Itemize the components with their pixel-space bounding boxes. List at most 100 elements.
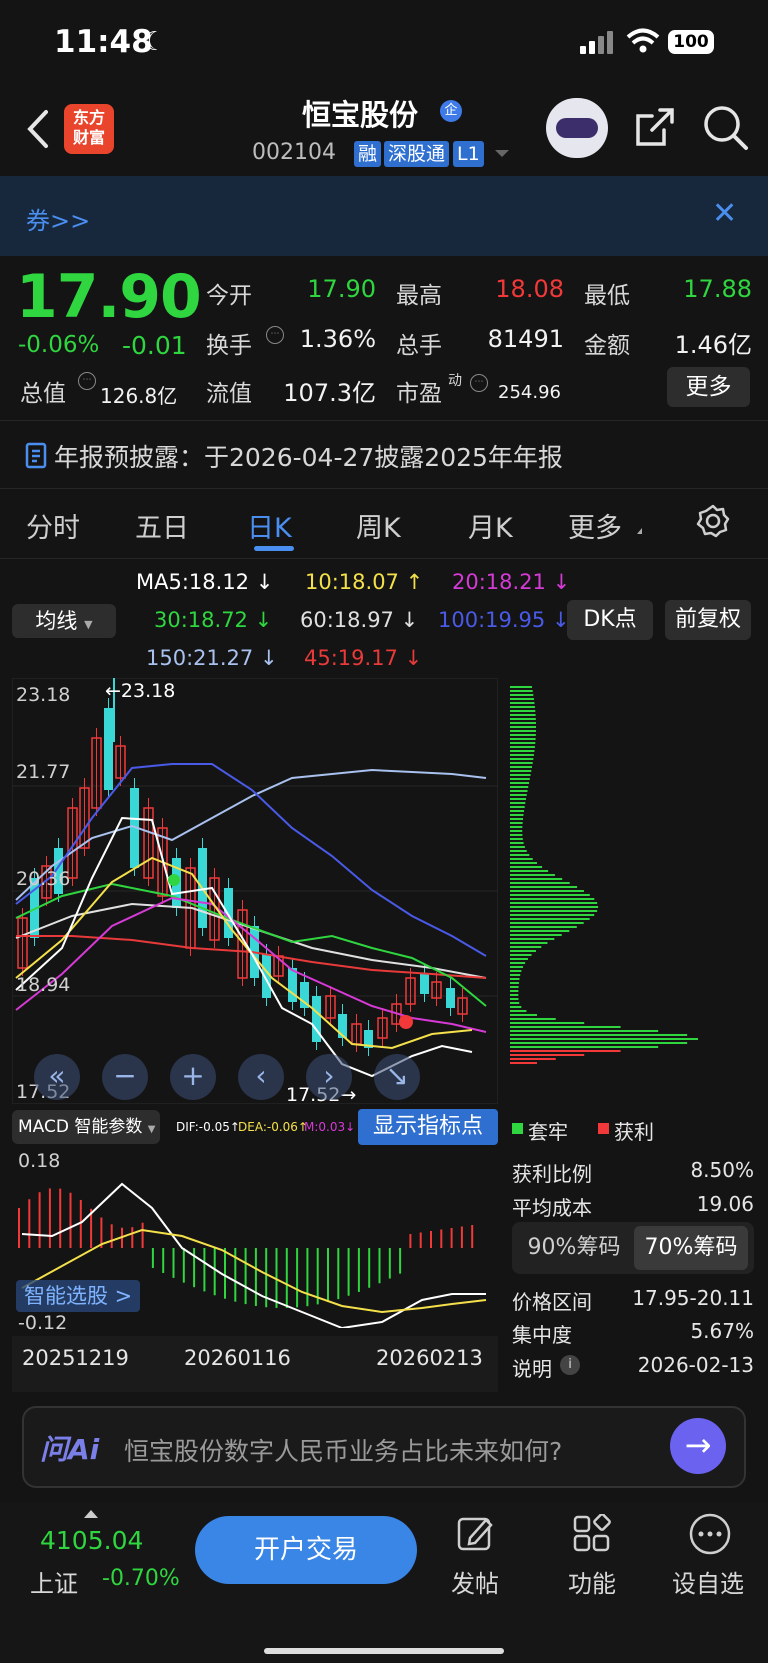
dk-point-button[interactable]: DK点 — [567, 600, 653, 640]
info-icon[interactable]: ⋯ — [78, 372, 96, 390]
mktcap-label: 总值 — [20, 381, 66, 407]
price-range-label: 价格区间 — [512, 1290, 592, 1314]
zoom-in-icon[interactable]: + — [170, 1054, 216, 1100]
ma20-label: 20:18.21 ↓ — [452, 570, 571, 594]
post-icon[interactable] — [456, 1514, 496, 1554]
macd-y-bottom: -0.12 — [18, 1312, 68, 1334]
open-label: 今开 — [206, 283, 252, 309]
chip-70-button[interactable]: 70%筹码 — [634, 1226, 748, 1270]
kline-svg — [12, 678, 498, 1078]
home-indicator — [264, 1648, 504, 1654]
low-value: 17.88 — [683, 275, 752, 303]
adjust-mode-button[interactable]: 前复权 — [665, 600, 751, 640]
y-tick: 20.36 — [16, 868, 71, 890]
next-icon[interactable]: › — [306, 1054, 352, 1100]
promo-banner[interactable] — [0, 176, 768, 256]
macd-y-top: 0.18 — [18, 1150, 61, 1172]
chip-bar — [510, 686, 533, 688]
macd-bar — [172, 1248, 175, 1278]
moon-icon: ☾ — [143, 27, 167, 57]
chip-bar — [510, 922, 584, 924]
show-indicator-button[interactable]: 显示指标点 — [358, 1109, 498, 1145]
info-icon[interactable]: i — [560, 1355, 580, 1375]
chevron-down-icon[interactable] — [495, 150, 509, 157]
post-label[interactable]: 发帖 — [451, 1564, 499, 1599]
chip-bar — [510, 870, 549, 872]
send-arrow-icon[interactable]: → — [670, 1418, 726, 1474]
chip-bar — [510, 970, 522, 972]
avg-cost-label: 平均成本 — [512, 1196, 592, 1220]
macd-bar — [18, 1208, 20, 1248]
gear-icon[interactable] — [696, 504, 730, 538]
index-name[interactable]: 上证 — [30, 1564, 78, 1599]
expand-up-icon[interactable] — [84, 1510, 98, 1518]
pe-value: 254.96 — [498, 382, 561, 403]
function-grid-icon[interactable] — [572, 1514, 612, 1554]
tab-more[interactable]: 更多 — [568, 506, 622, 545]
ma-selector-label: 均线 — [35, 609, 78, 633]
smart-pick-button[interactable]: 智能选股 > — [16, 1280, 141, 1312]
tab-indicator — [254, 546, 294, 551]
macd-bar — [357, 1248, 360, 1292]
chip-bar — [510, 770, 532, 772]
prev-icon[interactable]: ‹ — [238, 1054, 284, 1100]
chip-bar — [510, 1010, 527, 1012]
watchlist-label[interactable]: 设自选 — [672, 1564, 744, 1599]
rewind-icon[interactable]: « — [34, 1054, 80, 1100]
more-button[interactable]: 更多 — [667, 367, 750, 407]
info-icon[interactable]: ⋯ — [470, 374, 488, 392]
ma-selector[interactable]: 均线 ▼ — [12, 604, 116, 638]
close-icon[interactable]: ✕ — [712, 196, 737, 231]
divider — [0, 488, 768, 489]
banner-text[interactable]: 券>> — [26, 201, 90, 236]
chip-bar — [510, 706, 535, 708]
chip-bar — [510, 930, 570, 932]
last-price: 17.90 — [16, 262, 202, 332]
chip-bar — [510, 1038, 699, 1040]
chip-bar — [510, 1018, 556, 1020]
status-time: 11:48 — [54, 24, 153, 60]
macd-bar — [306, 1248, 309, 1307]
annual-report-notice[interactable]: 年报预披露：于2026-04-27披露2025年年报 — [54, 438, 563, 474]
date-tick: 20251219 — [22, 1346, 129, 1370]
search-icon[interactable] — [702, 104, 750, 152]
profit-legend-swatch — [598, 1123, 609, 1134]
ma150-label: 150:21.27 ↓ — [146, 646, 278, 670]
tab-five-day[interactable]: 五日 — [135, 506, 189, 545]
y-tick: 23.18 — [16, 684, 71, 706]
macd-selector[interactable]: MACD 智能参数 ▼ — [12, 1110, 160, 1144]
reset-icon[interactable]: ↘ — [374, 1054, 420, 1100]
macd-bar — [203, 1248, 206, 1292]
chip-bar — [510, 998, 519, 1000]
chip-bar — [510, 746, 535, 748]
divider — [0, 420, 768, 421]
chip-bar — [510, 826, 523, 828]
chip-bar — [510, 954, 532, 956]
chip-bar — [510, 810, 525, 812]
macd-bar — [388, 1248, 391, 1279]
chip-bar — [510, 890, 584, 892]
open-account-trade-button[interactable]: 开户交易 — [195, 1516, 417, 1584]
tab-weekly-k[interactable]: 周K — [356, 506, 401, 545]
index-change[interactable]: -0.70% — [102, 1566, 180, 1591]
tab-monthly-k[interactable]: 月K — [468, 506, 513, 545]
function-label[interactable]: 功能 — [568, 1564, 616, 1599]
battery-icon: 100 — [668, 30, 714, 54]
chip-bar — [510, 1054, 585, 1056]
index-value[interactable]: 4105.04 — [40, 1526, 143, 1555]
chip-90-button[interactable]: 90%筹码 — [518, 1226, 630, 1270]
tab-intraday[interactable]: 分时 — [26, 506, 80, 545]
macd-bar — [399, 1248, 402, 1274]
more-dots-icon[interactable] — [688, 1512, 732, 1556]
chip-bar — [510, 782, 530, 784]
tab-daily-k[interactable]: 日K — [247, 506, 292, 545]
back-icon[interactable] — [24, 108, 52, 150]
zoom-out-icon[interactable]: − — [102, 1054, 148, 1100]
share-icon[interactable] — [632, 104, 678, 150]
stock-name: 恒宝股份 — [301, 98, 418, 132]
chip-bar — [510, 774, 531, 776]
ma5-label: MA5:18.12 ↓ — [136, 570, 274, 594]
macd-bar — [368, 1248, 371, 1288]
volume-label: 总手 — [396, 333, 442, 359]
ask-ai-input[interactable]: 恒宝股份数字人民币业务占比未来如何? — [124, 1432, 562, 1468]
